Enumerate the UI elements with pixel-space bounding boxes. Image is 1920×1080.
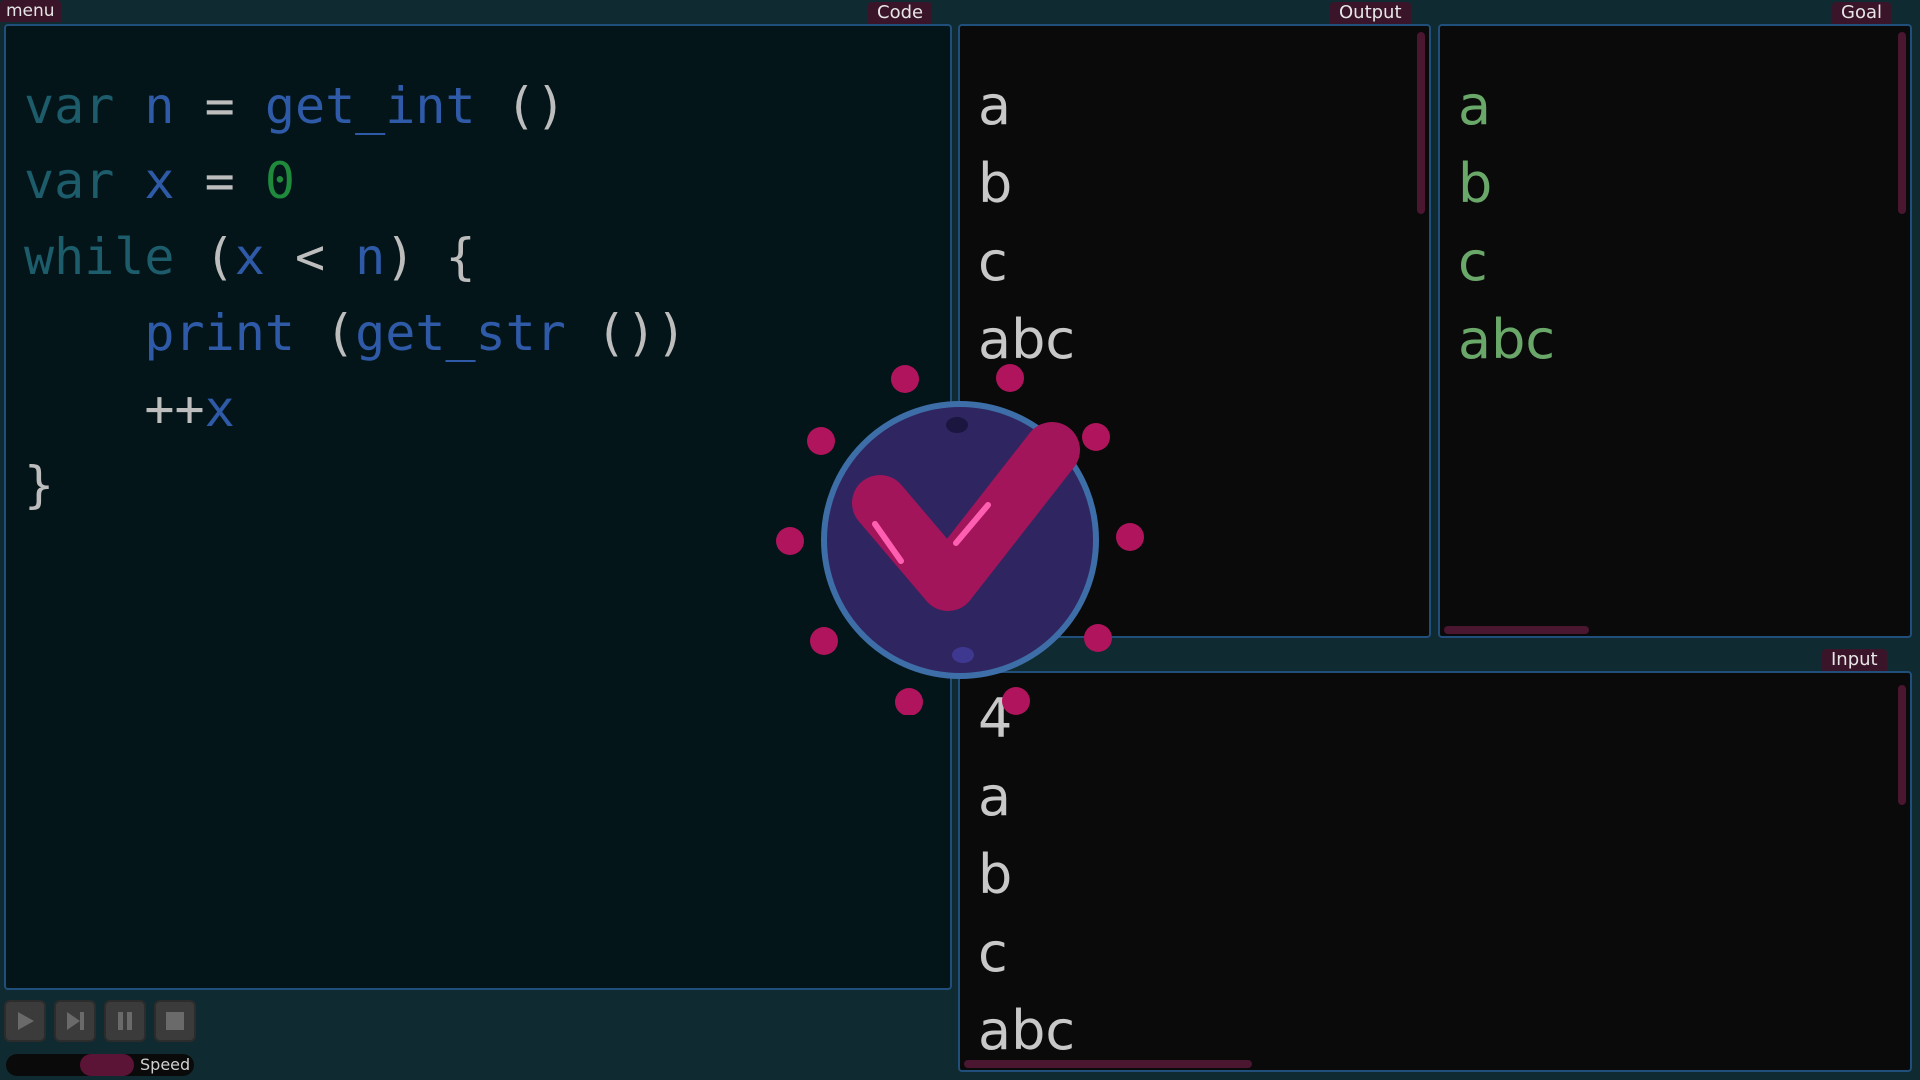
call-parens: () xyxy=(505,77,566,135)
identifier: n xyxy=(355,228,386,286)
goal-panel[interactable]: a b c abc xyxy=(1438,24,1912,638)
operator: = xyxy=(204,152,235,210)
input-line: a xyxy=(978,765,1012,828)
keyword: while xyxy=(24,228,175,286)
identifier: x xyxy=(234,228,265,286)
paren: ( xyxy=(325,304,356,362)
goal-line: abc xyxy=(1458,308,1556,371)
output-line: a xyxy=(978,74,1012,137)
play-button[interactable] xyxy=(4,1000,46,1042)
output-panel-title: Output xyxy=(1330,2,1411,24)
paren: ) xyxy=(656,304,687,362)
output-line: b xyxy=(978,152,1013,215)
input-panel-title: Input xyxy=(1822,649,1887,671)
input-panel[interactable]: 4 a b c abc xyxy=(958,671,1912,1072)
code-line-1: var n = get_int () xyxy=(24,68,566,144)
input-horizontal-scrollbar[interactable] xyxy=(964,1060,1252,1068)
success-badge xyxy=(776,364,1144,715)
play-icon xyxy=(18,1012,34,1030)
speed-label: Speed xyxy=(140,1055,191,1074)
keyword: var xyxy=(24,77,115,135)
goal-line: c xyxy=(1458,230,1488,293)
code-panel-title: Code xyxy=(868,2,933,24)
input-vertical-scrollbar[interactable] xyxy=(1898,685,1906,805)
step-button[interactable] xyxy=(54,1000,96,1042)
input-line: c xyxy=(978,921,1008,984)
operator: < xyxy=(294,228,326,286)
speed-slider-handle[interactable] xyxy=(80,1054,134,1076)
stop-icon xyxy=(166,1012,184,1030)
identifier: x xyxy=(204,380,235,438)
goal-line: a xyxy=(1458,74,1492,137)
operator: ++ xyxy=(144,380,205,438)
goal-vertical-scrollbar[interactable] xyxy=(1898,32,1906,214)
code-line-2: var x = 0 xyxy=(24,143,295,219)
paren: ( xyxy=(204,228,235,286)
call-parens: () xyxy=(595,304,657,362)
pause-button[interactable] xyxy=(104,1000,146,1042)
keyword: var xyxy=(24,152,115,210)
goal-line: b xyxy=(1458,152,1493,215)
operator: = xyxy=(204,77,235,135)
input-line: abc xyxy=(978,999,1076,1062)
stop-button[interactable] xyxy=(154,1000,196,1042)
goal-horizontal-scrollbar[interactable] xyxy=(1444,626,1589,634)
output-vertical-scrollbar[interactable] xyxy=(1417,32,1425,214)
code-line-4: print (get_str ()) xyxy=(24,295,686,371)
identifier: n xyxy=(144,77,175,135)
output-line: c xyxy=(978,230,1008,293)
function-name: print xyxy=(144,304,295,362)
goal-panel-title: Goal xyxy=(1832,2,1891,24)
code-line-6: } xyxy=(24,447,54,523)
identifier: x xyxy=(144,152,175,210)
function-name: get_int xyxy=(264,77,476,135)
pause-icon xyxy=(118,1012,132,1030)
number-literal: 0 xyxy=(264,152,295,210)
input-line: b xyxy=(978,843,1013,906)
function-name: get_str xyxy=(355,304,566,362)
step-forward-icon xyxy=(67,1012,84,1030)
code-line-5: ++x xyxy=(24,371,235,447)
code-line-3: while (x < n) { xyxy=(24,219,476,295)
menu-button[interactable]: menu xyxy=(0,0,61,22)
paren-brace: ) { xyxy=(385,228,476,286)
closing-brace: } xyxy=(24,456,55,514)
